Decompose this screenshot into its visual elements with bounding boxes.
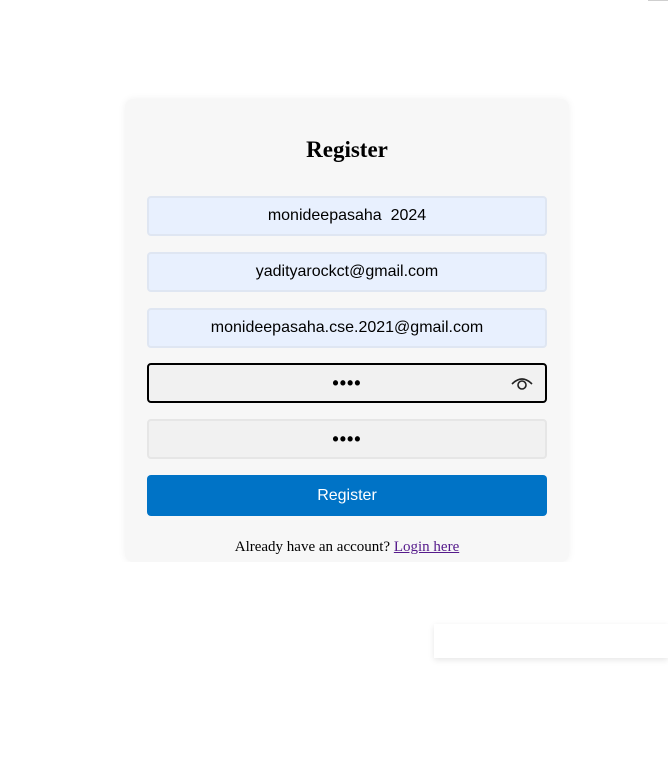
email-field[interactable]: yadityarockct@gmail.com bbox=[147, 252, 547, 292]
eye-icon[interactable] bbox=[511, 375, 533, 391]
password-field[interactable]: •••• bbox=[147, 363, 547, 403]
username-value: monideepasaha 2024 bbox=[267, 207, 427, 224]
secondary-email-value: monideepasaha.cse.2021@gmail.com bbox=[210, 319, 484, 336]
login-prompt-text: Already have an account? bbox=[234, 539, 394, 555]
register-button[interactable]: Register bbox=[147, 475, 547, 516]
username-field[interactable]: monideepasaha 2024 bbox=[147, 196, 547, 236]
confirm-password-value: •••• bbox=[332, 429, 362, 449]
card-clip-overlay bbox=[0, 562, 668, 572]
login-link[interactable]: Login here bbox=[394, 539, 459, 555]
confirm-password-field[interactable]: •••• bbox=[147, 419, 547, 459]
page-title: Register bbox=[306, 137, 388, 162]
password-value: •••• bbox=[332, 373, 362, 393]
toast-panel bbox=[434, 624, 668, 658]
login-prompt: Already have an account? Login here bbox=[125, 539, 569, 556]
email-value: yadityarockct@gmail.com bbox=[255, 263, 439, 280]
secondary-email-field[interactable]: monideepasaha.cse.2021@gmail.com bbox=[147, 308, 547, 348]
window-edge-line bbox=[648, 0, 668, 1]
register-card: Register monideepasaha 2024 yadityarockc… bbox=[125, 99, 569, 562]
